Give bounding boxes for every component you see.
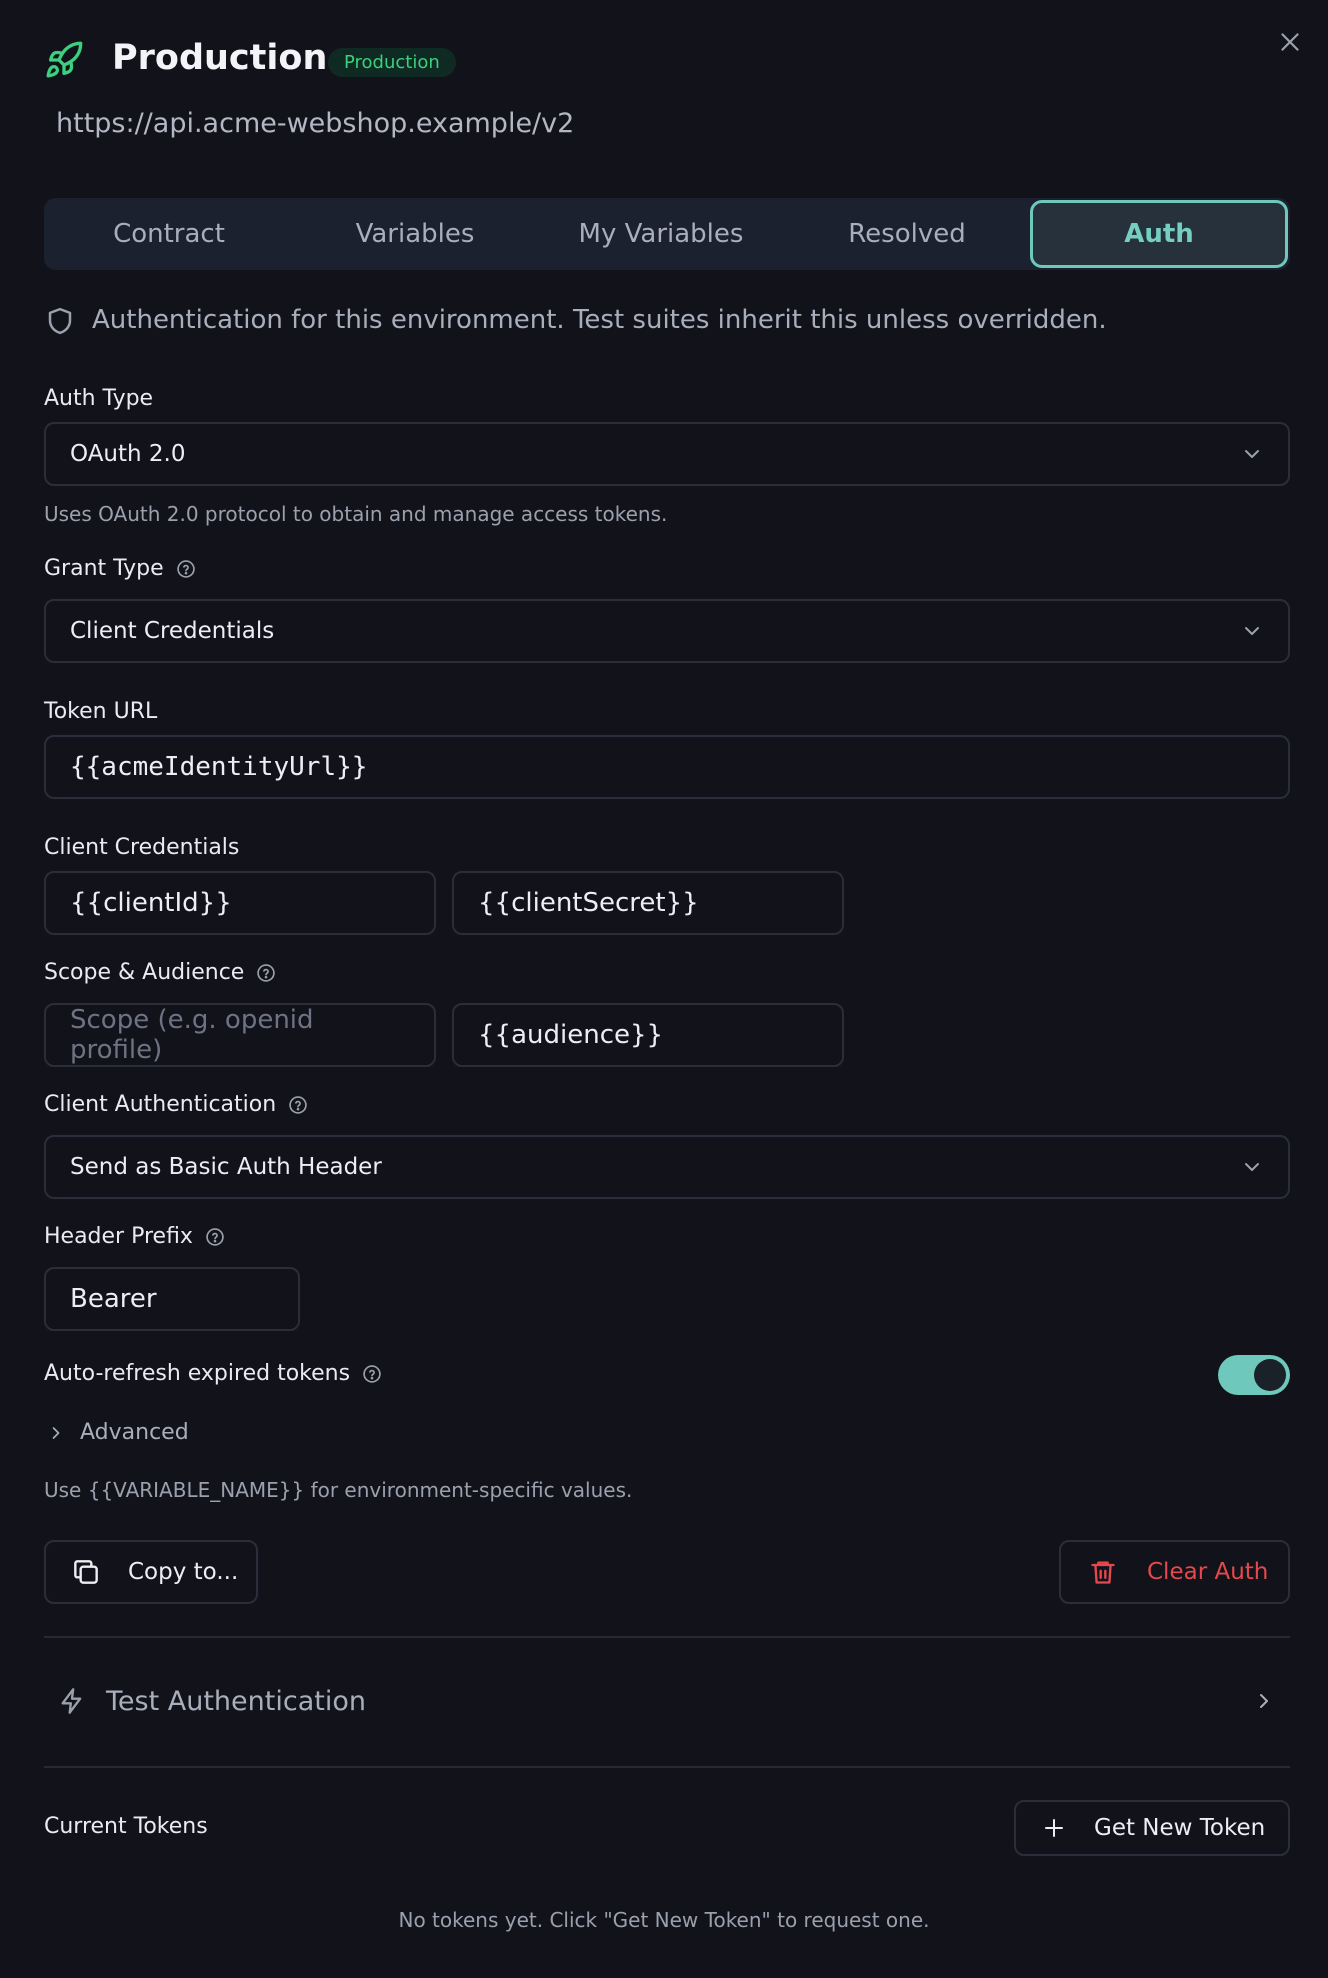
- auth-type-value: OAuth 2.0: [70, 441, 186, 467]
- token-url-label-text: Token URL: [44, 699, 158, 724]
- help-icon[interactable]: [176, 559, 196, 579]
- tab-variables[interactable]: Variables: [292, 198, 538, 270]
- client-auth-select[interactable]: Send as Basic Auth Header: [44, 1135, 1290, 1199]
- client-id-input[interactable]: {{clientId}}: [44, 871, 436, 935]
- help-icon[interactable]: [256, 963, 276, 983]
- scope-input[interactable]: Scope (e.g. openid profile): [44, 1003, 436, 1067]
- get-new-token-button[interactable]: Get New Token: [1014, 1800, 1290, 1856]
- copy-to-label: Copy to...: [128, 1559, 239, 1585]
- get-new-token-label: Get New Token: [1094, 1815, 1266, 1841]
- header-prefix-label: Header Prefix: [44, 1224, 225, 1249]
- test-auth-title-group: Test Authentication: [58, 1686, 366, 1717]
- client-auth-label-text: Client Authentication: [44, 1092, 277, 1117]
- current-tokens-label-text: Current Tokens: [44, 1814, 208, 1839]
- chevron-down-icon: [1240, 1155, 1264, 1179]
- divider: [44, 1766, 1290, 1768]
- auto-refresh-label-text: Auto-refresh expired tokens: [44, 1361, 351, 1386]
- environment-url: https://api.acme-webshop.example/v2: [56, 108, 575, 139]
- rocket-icon: [44, 40, 84, 80]
- help-icon[interactable]: [288, 1095, 308, 1115]
- client-secret-value: {{clientSecret}}: [478, 888, 699, 918]
- lightning-icon: [58, 1686, 86, 1716]
- toggle-knob: [1254, 1359, 1286, 1391]
- grant-type-select[interactable]: Client Credentials: [44, 599, 1290, 663]
- tab-auth[interactable]: Auth: [1030, 200, 1288, 268]
- scope-audience-label-text: Scope & Audience: [44, 960, 245, 985]
- divider: [44, 1636, 1290, 1638]
- variable-hint: Use {{VARIABLE_NAME}} for environment-sp…: [44, 1478, 633, 1502]
- tokens-empty-state: No tokens yet. Click "Get New Token" to …: [398, 1908, 930, 1932]
- chevron-right-icon: [1252, 1689, 1276, 1713]
- grant-type-value: Client Credentials: [70, 618, 275, 644]
- client-auth-value: Send as Basic Auth Header: [70, 1154, 382, 1180]
- header-prefix-input[interactable]: Bearer: [44, 1267, 300, 1331]
- tab-my-variables[interactable]: My Variables: [538, 198, 784, 270]
- header-prefix-value: Bearer: [70, 1284, 157, 1314]
- audience-input[interactable]: {{audience}}: [452, 1003, 844, 1067]
- auth-type-label-text: Auth Type: [44, 386, 154, 411]
- client-id-value: {{clientId}}: [70, 888, 232, 918]
- auto-refresh-toggle[interactable]: [1218, 1355, 1290, 1395]
- client-secret-input[interactable]: {{clientSecret}}: [452, 871, 844, 935]
- copy-to-button[interactable]: Copy to...: [44, 1540, 258, 1604]
- grant-type-label: Grant Type: [44, 556, 196, 581]
- token-url-label: Token URL: [44, 699, 157, 724]
- environment-badge: Production: [328, 48, 456, 77]
- help-icon[interactable]: [362, 1364, 382, 1384]
- scope-audience-label: Scope & Audience: [44, 960, 276, 985]
- shield-icon: [44, 304, 76, 338]
- token-url-value: {{acmeIdentityUrl}}: [70, 752, 368, 782]
- auto-refresh-label: Auto-refresh expired tokens: [44, 1361, 382, 1386]
- chevron-down-icon: [1240, 442, 1264, 466]
- grant-type-label-text: Grant Type: [44, 556, 164, 581]
- advanced-label: Advanced: [80, 1420, 189, 1445]
- close-icon[interactable]: [1274, 26, 1306, 58]
- current-tokens-label: Current Tokens: [44, 1814, 208, 1839]
- plus-icon: [1042, 1816, 1066, 1840]
- test-auth-label: Test Authentication: [106, 1685, 366, 1717]
- chevron-right-icon: [44, 1421, 68, 1445]
- client-credentials-label: Client Credentials: [44, 835, 239, 860]
- auth-type-hint: Uses OAuth 2.0 protocol to obtain and ma…: [44, 502, 668, 526]
- help-icon[interactable]: [205, 1227, 225, 1247]
- auth-info-text: Authentication for this environment. Tes…: [92, 305, 1107, 335]
- header-prefix-label-text: Header Prefix: [44, 1224, 193, 1249]
- copy-icon: [70, 1556, 102, 1588]
- audience-value: {{audience}}: [478, 1020, 664, 1050]
- auth-type-select[interactable]: OAuth 2.0: [44, 422, 1290, 486]
- scope-placeholder: Scope (e.g. openid profile): [70, 1005, 314, 1065]
- clear-auth-button[interactable]: Clear Auth: [1059, 1540, 1290, 1604]
- tab-resolved[interactable]: Resolved: [784, 198, 1030, 270]
- clear-auth-label: Clear Auth: [1147, 1559, 1269, 1585]
- test-auth-row[interactable]: Test Authentication: [44, 1668, 1290, 1734]
- tab-contract[interactable]: Contract: [46, 198, 292, 270]
- chevron-down-icon: [1240, 619, 1264, 643]
- page-title: Production: [112, 38, 328, 78]
- trash-icon: [1089, 1556, 1117, 1588]
- tab-bar: Contract Variables My Variables Resolved…: [44, 198, 1290, 270]
- client-auth-label: Client Authentication: [44, 1092, 308, 1117]
- client-credentials-label-text: Client Credentials: [44, 835, 240, 860]
- advanced-expander[interactable]: Advanced: [44, 1420, 189, 1445]
- auth-type-label: Auth Type: [44, 386, 153, 411]
- token-url-input[interactable]: {{acmeIdentityUrl}}: [44, 735, 1290, 799]
